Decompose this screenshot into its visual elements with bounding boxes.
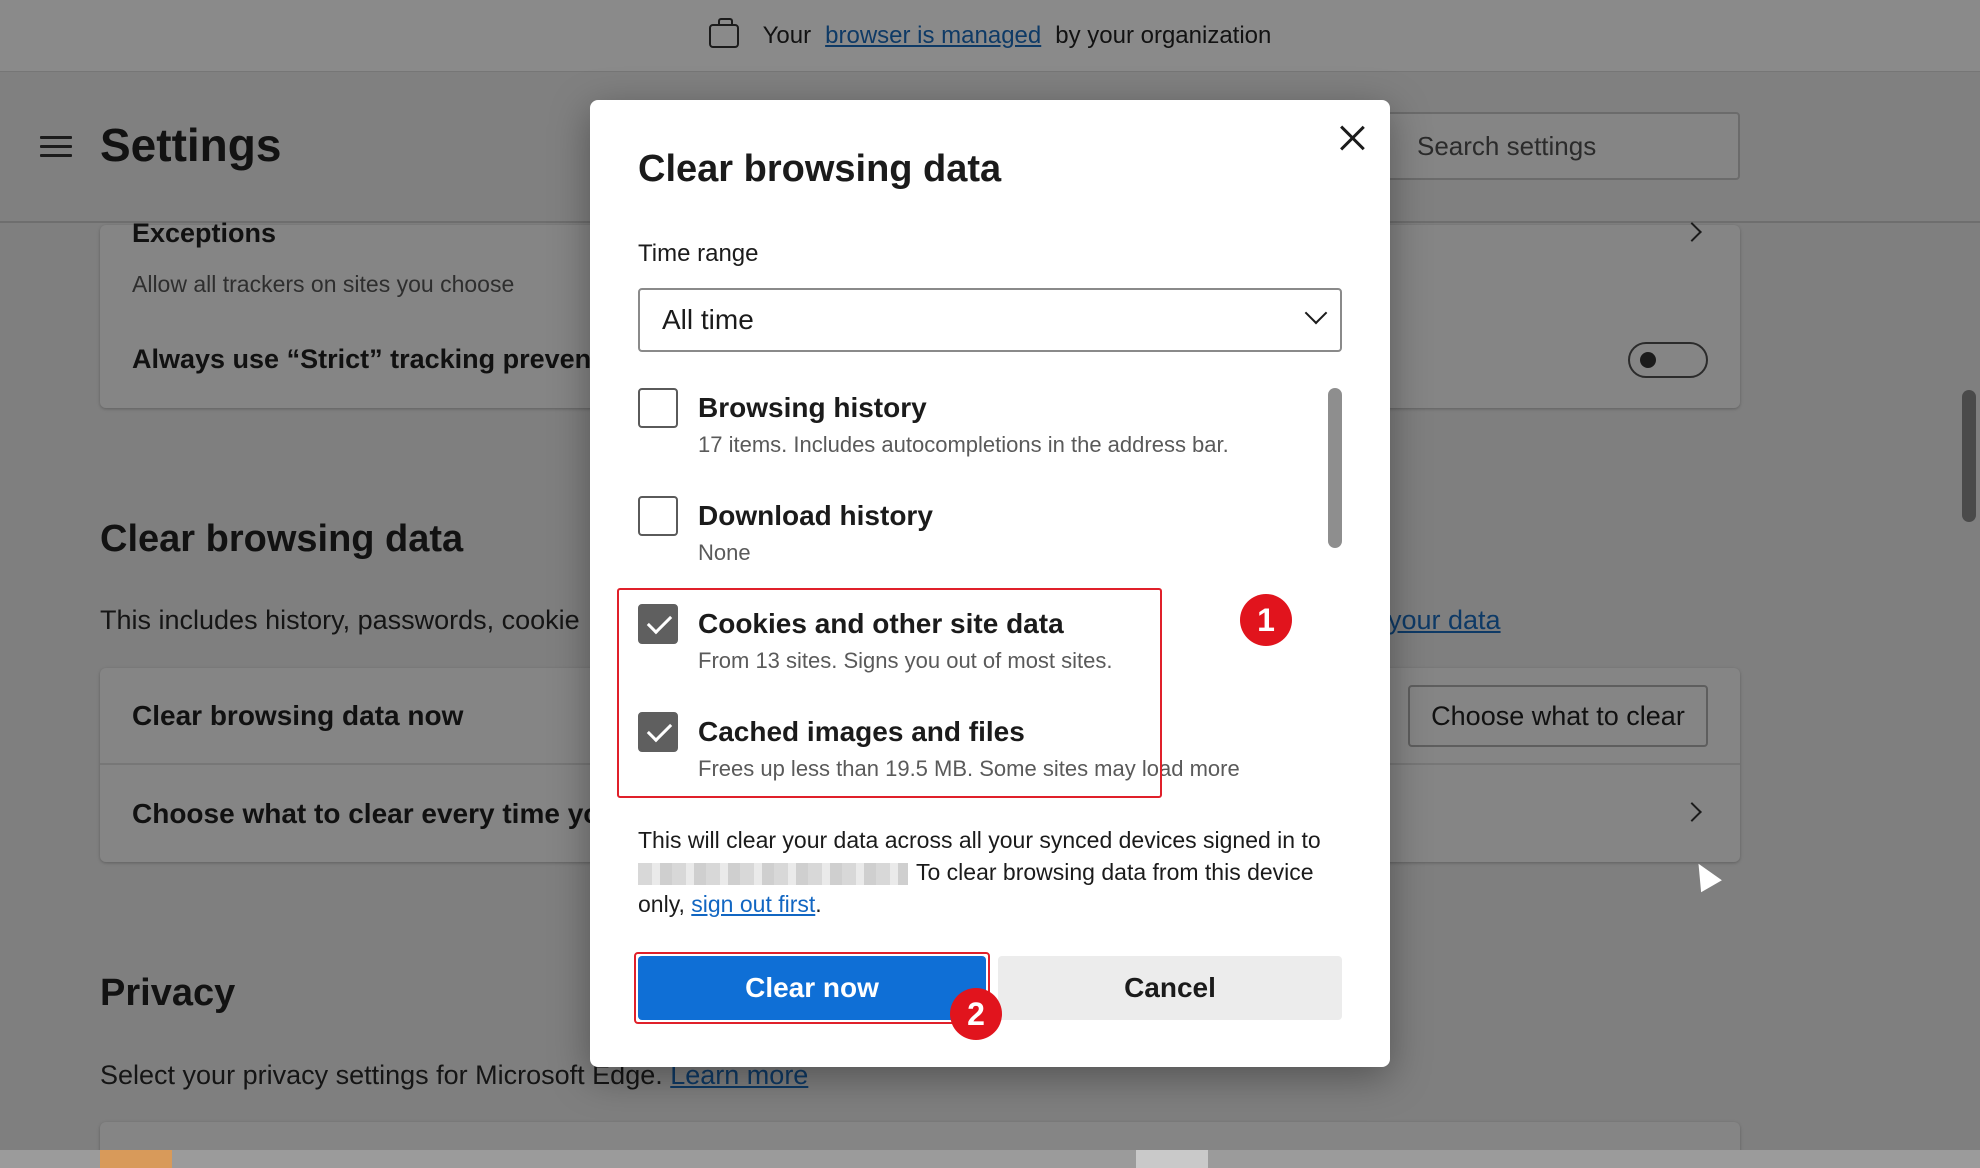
page-title: Settings (100, 119, 282, 171)
menu-icon[interactable] (40, 136, 72, 158)
annotation-highlight-box (617, 588, 1162, 798)
strict-tracking-toggle[interactable] (1628, 342, 1708, 378)
annotation-badge-2: 2 (950, 988, 1002, 1040)
taskbar-app-icon[interactable] (100, 1150, 172, 1168)
strict-tracking-label: Always use “Strict” tracking preventi (132, 344, 608, 374)
clear-browsing-data-dialog: Clear browsing data Time range All time … (590, 100, 1390, 1067)
clear-now-button[interactable]: Clear now (638, 956, 986, 1020)
clear-every-time-row-label[interactable]: Choose what to clear every time you (132, 798, 618, 830)
sync-text-1: This will clear your data across all you… (638, 827, 1321, 853)
dialog-scrollbar-thumb[interactable] (1328, 388, 1342, 548)
time-range-value: All time (662, 304, 754, 335)
download-history-checkbox[interactable] (638, 496, 678, 536)
chevron-down-icon (1304, 301, 1328, 325)
option-title: Browsing history (698, 392, 927, 423)
clear-section-description: This includes history, passwords, cookie (100, 605, 580, 635)
page-scrollbar-thumb[interactable] (1962, 390, 1976, 522)
taskbar (0, 1150, 1980, 1168)
managed-suffix: by your organization (1055, 21, 1272, 49)
exceptions-subtitle: Allow all trackers on sites you choose (132, 271, 515, 297)
choose-what-to-clear-button[interactable]: Choose what to clear (1408, 685, 1708, 747)
annotation-badge-1: 1 (1240, 594, 1292, 646)
mouse-cursor-icon (1688, 857, 1722, 893)
briefcase-icon (708, 17, 739, 48)
sync-period: . (815, 891, 822, 917)
manage-data-link[interactable]: your data (1388, 605, 1501, 636)
time-range-select[interactable]: All time (638, 288, 1342, 352)
exceptions-title[interactable]: Exceptions (132, 218, 276, 249)
managed-banner: Your browser is managed by your organiza… (0, 0, 1980, 72)
option-subtitle: 17 items. Includes autocompletions in th… (698, 432, 1229, 457)
privacy-description-text: Select your privacy settings for Microso… (100, 1060, 663, 1090)
browsing-history-checkbox[interactable] (638, 388, 678, 428)
clear-now-row-label: Clear browsing data now (132, 700, 464, 731)
option-subtitle: None (698, 540, 751, 565)
search-input[interactable]: Search settings (1365, 112, 1740, 180)
sign-out-link[interactable]: sign out first (691, 891, 815, 917)
sync-notice: This will clear your data across all you… (638, 824, 1348, 920)
time-range-label: Time range (638, 240, 759, 267)
close-icon[interactable] (1332, 118, 1372, 158)
managed-prefix: Your (762, 21, 812, 49)
taskbar-app-icon[interactable] (1136, 1150, 1208, 1168)
option-title: Download history (698, 500, 933, 531)
privacy-section-title: Privacy (100, 972, 236, 1014)
redacted-account (638, 862, 908, 885)
clear-section-title: Clear browsing data (100, 518, 464, 560)
cancel-button[interactable]: Cancel (998, 956, 1342, 1020)
browser-managed-link[interactable]: browser is managed (825, 22, 1041, 50)
dialog-title: Clear browsing data (638, 148, 1002, 190)
